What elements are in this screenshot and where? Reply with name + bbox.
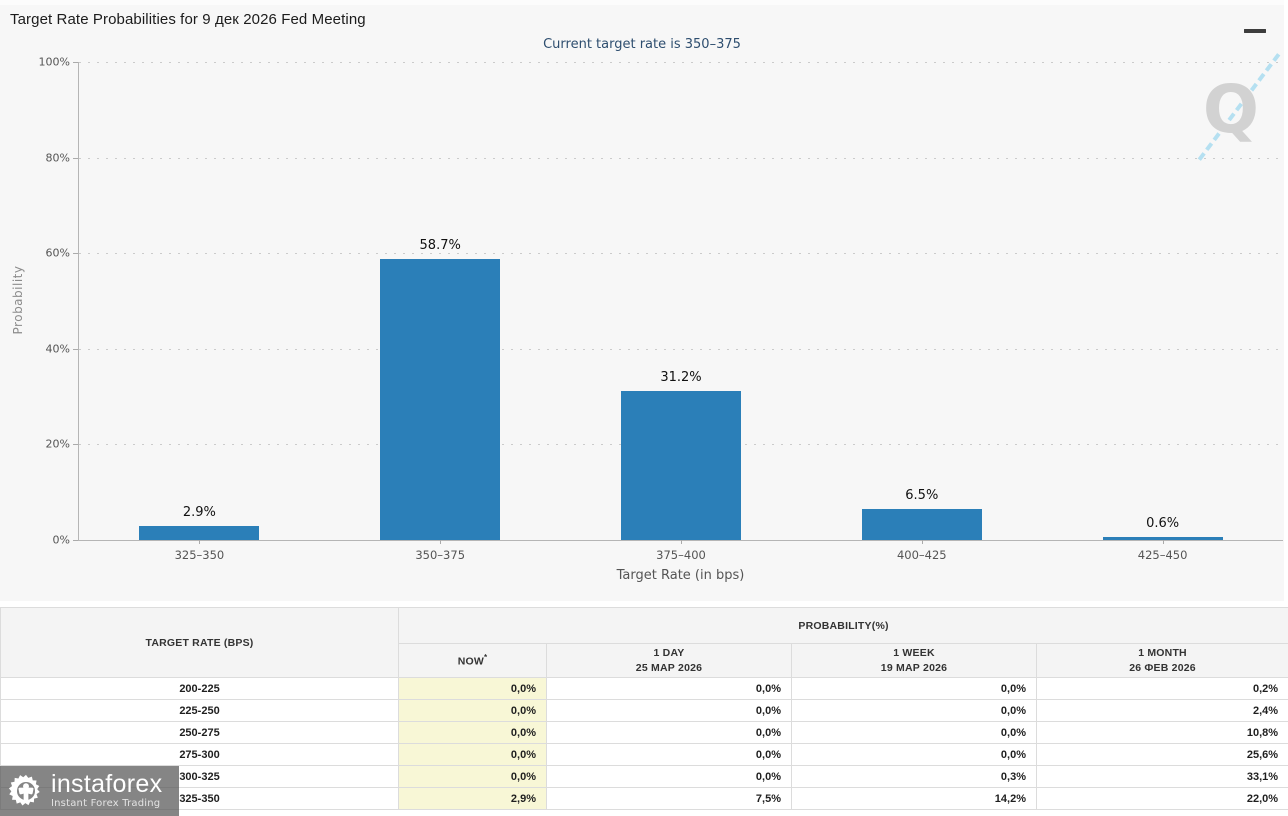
cell-now: 0,0% [398, 699, 547, 722]
cell-now: 0,0% [398, 765, 547, 788]
cell-1month: 2,4% [1035, 699, 1288, 722]
header-target-rate: TARGET RATE (BPS) [0, 607, 399, 678]
x-tick-label: 425–450 [1137, 548, 1188, 562]
cell-1week: 0,0% [791, 721, 1037, 744]
cell-1month: 33,1% [1035, 765, 1288, 788]
instaforex-tagline: Instant Forex Trading [51, 798, 161, 809]
instaforex-logo-text: instaforex [51, 770, 163, 798]
cell-1week: 0,0% [791, 677, 1037, 700]
chart-bar-400–425[interactable] [861, 508, 982, 540]
cell-1month: 25,6% [1035, 743, 1288, 766]
y-tick-label-80: 80% [45, 151, 70, 165]
cell-now: 0,0% [398, 677, 547, 700]
cell-range: 200-225 [0, 677, 399, 700]
cell-1week: 0,3% [791, 765, 1037, 788]
cell-1week: 0,0% [791, 699, 1037, 722]
y-tick-mark [73, 444, 78, 446]
top-strip [0, 0, 1284, 5]
bar-value-label: 0.6% [1146, 516, 1180, 532]
x-tick-label: 400–425 [896, 548, 947, 562]
cell-1day: 0,0% [546, 699, 792, 722]
x-tick-mark [681, 540, 682, 544]
bar-value-label: 31.2% [660, 369, 702, 385]
bar-value-label: 6.5% [905, 487, 939, 503]
current-target-rate-subtitle: Current target rate is 350–375 [543, 37, 741, 52]
cell-1week: 0,0% [791, 743, 1037, 766]
page-title: Target Rate Probabilities for 9 дек 2026… [10, 11, 366, 28]
cell-1week: 14,2% [791, 787, 1037, 810]
chart-bar-350–375[interactable] [380, 259, 501, 540]
y-tick-label-60: 60% [45, 246, 70, 260]
plot-area: Q 0% 20% 40% 60% 80% 100% 2.9% 325–350 58.7% 350–… [39, 53, 1283, 562]
cell-now: 0,0% [398, 721, 547, 744]
category-slot: 2.9% 325–350 [139, 62, 260, 562]
x-tick-mark [440, 540, 442, 544]
x-axis-label: Target Rate (in bps) [616, 568, 745, 583]
category-slot: 6.5% 400–425 [861, 62, 982, 562]
y-tick-mark [73, 157, 78, 159]
chart-menu-button[interactable] [1244, 13, 1268, 33]
x-tick-mark [921, 540, 923, 544]
bar-value-label: 58.7% [419, 238, 461, 254]
table-row-325-350: 325-350 2,9% 7,5% 14,2% 22,0% [0, 787, 1288, 810]
bar-value-label: 2.9% [182, 505, 216, 521]
cell-1day: 0,0% [546, 765, 792, 788]
y-tick-label-100: 100% [38, 55, 70, 69]
cell-1day: 0,0% [546, 721, 792, 744]
table-row-300-325: 300-325 0,0% 0,0% 0,3% 33,1% [0, 765, 1288, 788]
header-now: NOW* [398, 643, 547, 678]
table-row-275-300: 275-300 0,0% 0,0% 0,0% 25,6% [0, 743, 1288, 766]
header-1month: 1 MONTH 26 ФЕВ 2026 [1035, 643, 1288, 678]
cell-1day: 0,0% [546, 743, 792, 766]
cell-1day: 0,0% [546, 677, 792, 700]
cell-1day: 7,5% [546, 787, 792, 810]
cell-range: 225-250 [0, 699, 399, 722]
fedwatch-page: Target Rate Probabilities for 9 дек 2026… [0, 0, 1288, 816]
table-header: TARGET RATE (BPS) PROBABILITY(%) NOW* 1 … [0, 607, 1288, 678]
cell-1month: 22,0% [1035, 787, 1288, 810]
y-tick-mark [73, 540, 78, 541]
header-1day: 1 DAY 25 МАР 2026 [546, 643, 792, 678]
cell-now: 0,0% [398, 743, 547, 766]
category-slot: 31.2% 375–400 [621, 62, 741, 562]
y-tick-mark [73, 348, 78, 350]
table-body: 200-225 0,0% 0,0% 0,0% 0,2% 225-250 0,0% 0,0% 0,… [0, 677, 1288, 810]
probability-table: TARGET RATE (BPS) PROBABILITY(%) NOW* 1 … [0, 607, 1288, 810]
x-tick-mark [1162, 540, 1164, 544]
category-slot: 58.7% 350–375 [380, 62, 501, 562]
category-slot: 0.6% 425–450 [1102, 62, 1223, 562]
y-tick-mark [73, 62, 78, 63]
y-tick-mark [73, 253, 78, 255]
x-tick-label: 350–375 [415, 548, 466, 562]
table-row-250-275: 250-275 0,0% 0,0% 0,0% 10,8% [0, 721, 1288, 744]
x-tick-label: 375–400 [656, 548, 706, 562]
table-row-225-250: 225-250 0,0% 0,0% 0,0% 2,4% [0, 699, 1288, 722]
chart-panel: Target Rate Probabilities for 9 дек 2026… [0, 0, 1284, 601]
header-probability-group: PROBABILITY(%) [397, 607, 1288, 644]
instaforex-watermark: instaforex Instant Forex Trading [0, 766, 179, 816]
header-1week: 1 WEEK 19 МАР 2026 [791, 643, 1037, 678]
x-tick-mark [199, 540, 201, 544]
table-row-200-225: 200-225 0,0% 0,0% 0,0% 0,2% [0, 677, 1288, 700]
cell-1month: 10,8% [1035, 721, 1288, 744]
y-tick-label-0: 0% [52, 533, 70, 547]
y-tick-label-40: 40% [45, 342, 70, 356]
chart-bar-375–400[interactable] [621, 390, 741, 540]
x-tick-label: 325–350 [174, 548, 225, 562]
cell-now: 2,9% [398, 787, 547, 810]
cell-range: 250-275 [0, 721, 399, 744]
instaforex-gear-icon [8, 774, 40, 806]
chart-bar-325–350[interactable] [139, 526, 260, 540]
cell-range: 275-300 [0, 743, 399, 766]
y-tick-label-20: 20% [45, 437, 70, 451]
cell-1month: 0,2% [1035, 677, 1288, 700]
y-axis-label: Probability [11, 265, 25, 335]
